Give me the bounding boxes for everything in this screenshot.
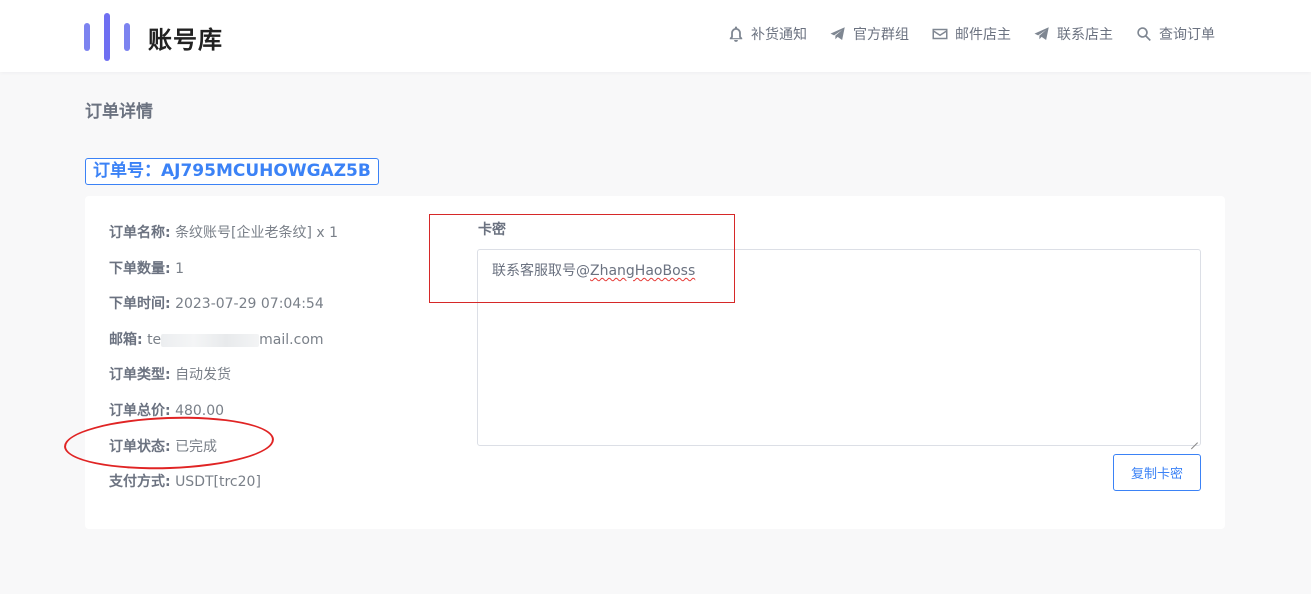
order-time-row: 下单时间: 2023-07-29 07:04:54 bbox=[109, 296, 324, 312]
order-email-row: 邮箱: te mail.com bbox=[109, 332, 324, 348]
nav-label: 邮件店主 bbox=[955, 27, 1011, 43]
nav-label: 查询订单 bbox=[1159, 27, 1215, 43]
order-detail-card: 订单名称: 条纹账号[企业老条纹] x 1 下单数量: 1 下单时间: 2023… bbox=[85, 196, 1225, 529]
redacted-email-blur bbox=[161, 333, 260, 347]
order-status-row: 订单状态: 已完成 bbox=[109, 439, 218, 455]
order-name-row: 订单名称: 条纹账号[企业老条纹] x 1 bbox=[109, 225, 339, 241]
order-qty-row: 下单数量: 1 bbox=[109, 261, 184, 277]
nav-label: 官方群组 bbox=[853, 27, 909, 43]
resize-handle[interactable] bbox=[1190, 435, 1198, 443]
nav-official-group[interactable]: 官方群组 bbox=[829, 24, 909, 44]
envelope-icon bbox=[932, 28, 948, 40]
card-secret-label: 卡密 bbox=[478, 222, 506, 238]
order-type-row: 订单类型: 自动发货 bbox=[109, 367, 232, 383]
logo-text: 账号库 bbox=[148, 25, 223, 54]
nav-label: 联系店主 bbox=[1057, 27, 1113, 43]
top-nav: 补货通知 官方群组 邮件店主 联系店主 查询订单 bbox=[705, 0, 1215, 68]
copy-card-secret-button[interactable]: 复制卡密 bbox=[1113, 454, 1201, 491]
paper-plane-icon bbox=[1034, 27, 1049, 40]
nav-restock-notice[interactable]: 补货通知 bbox=[727, 24, 807, 44]
logo-bars-icon bbox=[84, 13, 132, 61]
nav-email-owner[interactable]: 邮件店主 bbox=[931, 24, 1011, 44]
bell-icon bbox=[729, 26, 743, 42]
search-icon bbox=[1137, 27, 1151, 42]
nav-label: 补货通知 bbox=[751, 27, 807, 43]
top-header: 账号库 补货通知 官方群组 邮件店主 联系店主 查询订单 bbox=[0, 0, 1311, 72]
nav-query-order[interactable]: 查询订单 bbox=[1135, 24, 1215, 44]
payment-method-row: 支付方式: USDT[trc20] bbox=[109, 474, 261, 490]
order-number-badge: 订单号：AJ795MCUHOWGAZ5B bbox=[85, 158, 379, 185]
nav-contact-owner[interactable]: 联系店主 bbox=[1033, 24, 1113, 44]
paper-plane-icon bbox=[830, 27, 845, 40]
card-secret-textarea[interactable]: 联系客服取号@ZhangHaoBoss bbox=[477, 249, 1201, 446]
page-title: 订单详情 bbox=[85, 102, 153, 122]
order-total-row: 订单总价: 480.00 bbox=[109, 403, 225, 419]
site-logo[interactable]: 账号库 bbox=[84, 13, 223, 61]
